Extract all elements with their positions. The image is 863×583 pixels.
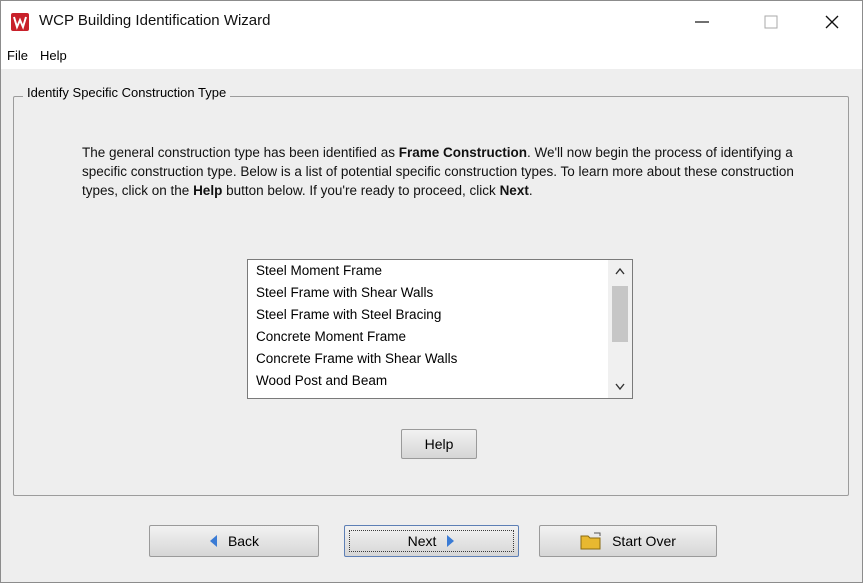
scroll-thumb[interactable]: [612, 286, 628, 342]
focus-ring: [349, 530, 514, 552]
window-title: WCP Building Identification Wizard: [39, 12, 271, 29]
instructions-text: The general construction type has been i…: [82, 145, 794, 198]
minimize-button[interactable]: [679, 1, 725, 43]
group-title: Identify Specific Construction Type: [23, 85, 231, 100]
minimize-icon: [695, 21, 709, 23]
title-bar[interactable]: WCP Building Identification Wizard: [1, 1, 862, 43]
close-icon: [825, 15, 839, 29]
list-item[interactable]: Wood Post and Beam: [248, 370, 604, 392]
list-scrollbar[interactable]: [608, 260, 632, 398]
list-item[interactable]: Concrete Moment Frame: [248, 326, 604, 348]
start-over-button[interactable]: Start Over: [539, 525, 717, 557]
list-item[interactable]: Steel Frame with Shear Walls: [248, 282, 604, 304]
back-button[interactable]: Back: [149, 525, 319, 557]
help-button[interactable]: Help: [401, 429, 477, 459]
maximize-icon: [764, 15, 778, 29]
menu-bar: File Help: [1, 43, 862, 69]
list-item[interactable]: Steel Frame with Steel Bracing: [248, 304, 604, 326]
list-item[interactable]: Steel Moment Frame: [248, 260, 604, 282]
app-logo-icon: [11, 13, 29, 31]
scroll-up-arrow-icon[interactable]: [608, 260, 632, 282]
menu-help[interactable]: Help: [40, 48, 67, 63]
construction-type-list[interactable]: Steel Moment Frame Steel Frame with Shea…: [247, 259, 633, 399]
close-button[interactable]: [809, 1, 855, 43]
back-arrow-icon: [209, 534, 218, 548]
wizard-content: Identify Specific Construction Type The …: [1, 69, 862, 582]
list-items: Steel Moment Frame Steel Frame with Shea…: [248, 260, 604, 398]
list-item[interactable]: Concrete Frame with Shear Walls: [248, 348, 604, 370]
next-button[interactable]: Next: [344, 525, 519, 557]
folder-icon: [580, 532, 602, 550]
menu-file[interactable]: File: [7, 48, 28, 63]
scroll-down-arrow-icon[interactable]: [608, 376, 632, 398]
maximize-button[interactable]: [748, 1, 794, 43]
wizard-window: WCP Building Identification Wizard File …: [0, 0, 863, 583]
